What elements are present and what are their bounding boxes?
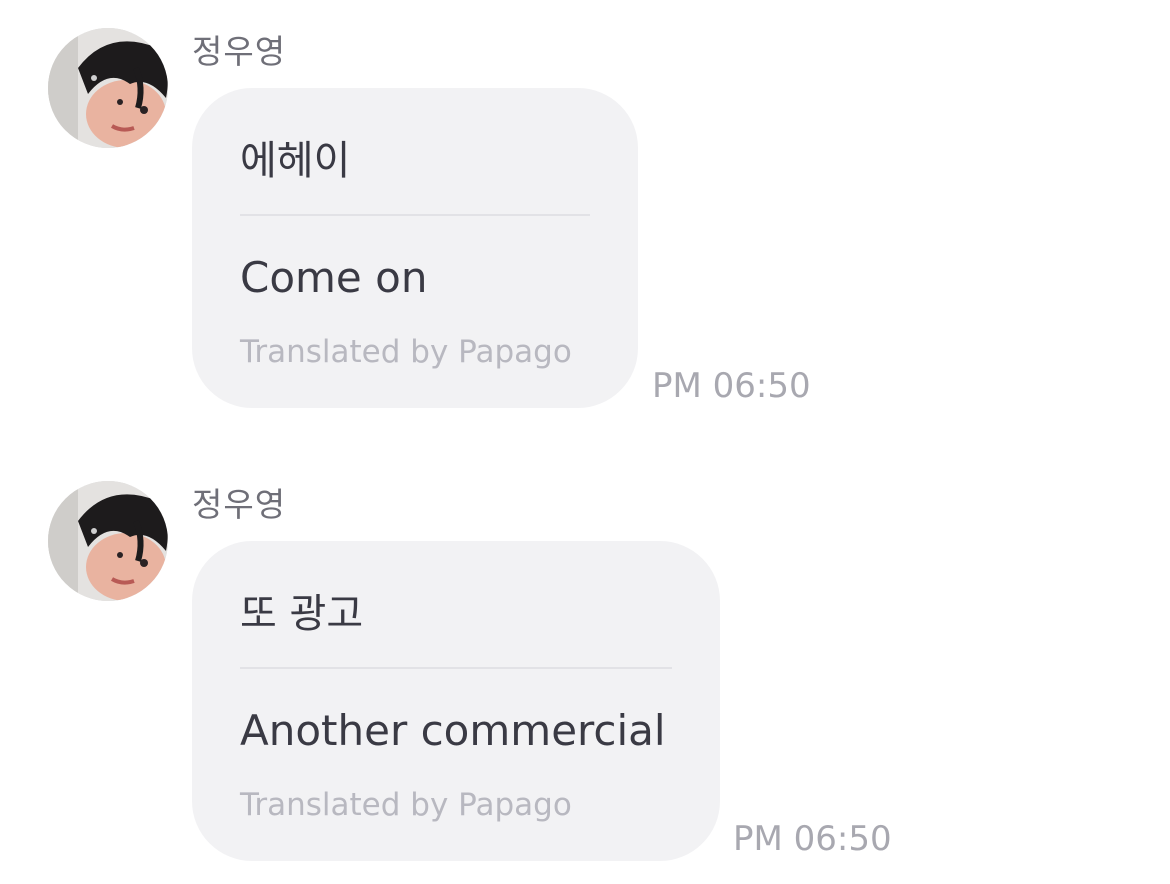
- translated-text: Come on: [240, 253, 428, 302]
- profile-photo-icon: [48, 481, 168, 601]
- timestamp: PM 06:50: [733, 819, 892, 859]
- avatar[interactable]: [48, 28, 168, 148]
- sender-name: 정우영: [192, 32, 287, 71]
- profile-photo-icon: [48, 28, 168, 148]
- translated-text: Another commercial: [240, 706, 666, 755]
- divider: [240, 214, 590, 216]
- message-bubble[interactable]: 에헤이 Come on Translated by Papago: [192, 88, 638, 408]
- translation-credit: Translated by Papago: [240, 334, 572, 370]
- message-bubble[interactable]: 또 광고 Another commercial Translated by Pa…: [192, 541, 720, 861]
- translation-credit: Translated by Papago: [240, 787, 572, 823]
- timestamp: PM 06:50: [652, 366, 811, 406]
- sender-name: 정우영: [192, 485, 287, 524]
- avatar[interactable]: [48, 481, 168, 601]
- original-text: 또 광고: [240, 591, 364, 637]
- original-text: 에헤이: [240, 138, 351, 184]
- divider: [240, 667, 672, 669]
